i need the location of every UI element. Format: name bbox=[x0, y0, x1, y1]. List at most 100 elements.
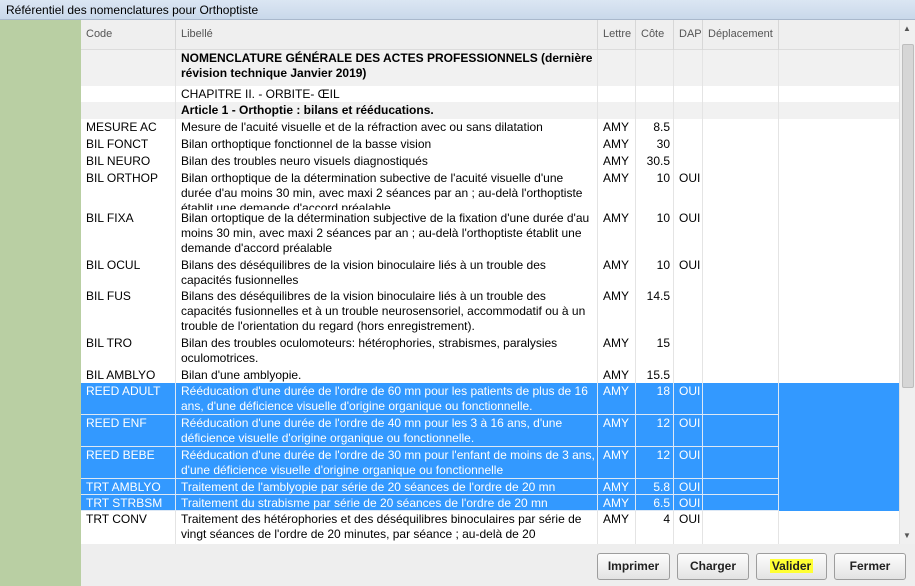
cell-lettre: AMY bbox=[598, 153, 636, 170]
table-row[interactable]: TRT STRBSM Traitement du strabisme par sé… bbox=[81, 495, 899, 511]
valider-button[interactable]: Valider bbox=[756, 553, 827, 580]
cell-libelle: Traitement de l'amblyopie par série de 2… bbox=[176, 479, 598, 495]
cell-dap bbox=[674, 136, 703, 153]
cell-dap bbox=[674, 119, 703, 136]
cell-dap bbox=[674, 335, 703, 367]
cell-deplacement bbox=[703, 153, 779, 170]
cell-cote: 12 bbox=[636, 447, 674, 479]
table-row[interactable]: REED BEBE Rééducation d'une durée de l'or… bbox=[81, 447, 899, 479]
table-row[interactable]: BIL TRO Bilan des troubles oculomoteurs: … bbox=[81, 335, 899, 367]
cell-cote bbox=[636, 50, 674, 86]
cell-cote: 15 bbox=[636, 335, 674, 367]
cell-dap: OUI bbox=[674, 511, 703, 544]
column-header-cote[interactable]: Côte bbox=[636, 20, 674, 50]
valider-label: Valider bbox=[769, 559, 814, 573]
cell-dap: OUI bbox=[674, 170, 703, 210]
cell-libelle: Mesure de l'acuité visuelle et de la réf… bbox=[176, 119, 598, 136]
table-row[interactable]: TRT AMBLYO Traitement de l'amblyopie par … bbox=[81, 479, 899, 495]
cell-cote bbox=[636, 102, 674, 119]
table-row[interactable]: Article 1 - Orthoptie : bilans et rééduc… bbox=[81, 102, 899, 119]
cell-dap: OUI bbox=[674, 415, 703, 447]
charger-button[interactable]: Charger bbox=[677, 553, 749, 580]
cell-libelle: Article 1 - Orthoptie : bilans et rééduc… bbox=[176, 102, 598, 119]
cell-lettre: AMY bbox=[598, 257, 636, 288]
table-row[interactable]: TRT CONV Traitement des hétérophories et … bbox=[81, 511, 899, 544]
cell-code bbox=[81, 50, 176, 86]
cell-deplacement bbox=[703, 210, 779, 257]
table-row[interactable]: BIL AMBLYO Bilan d'une amblyopie. AMY 15.5 bbox=[81, 367, 899, 383]
cell-code: TRT STRBSM bbox=[81, 495, 176, 511]
cell-deplacement bbox=[703, 119, 779, 136]
cell-cote: 12 bbox=[636, 415, 674, 447]
cell-deplacement bbox=[703, 170, 779, 210]
cell-dap bbox=[674, 153, 703, 170]
cell-dap: OUI bbox=[674, 447, 703, 479]
cell-libelle: Traitement des hétérophories et des désé… bbox=[176, 511, 598, 544]
cell-dap bbox=[674, 288, 703, 335]
scrollbar-thumb[interactable] bbox=[902, 44, 914, 388]
cell-lettre: AMY bbox=[598, 511, 636, 544]
cell-dap: OUI bbox=[674, 479, 703, 495]
table-row[interactable]: BIL FIXA Bilan ortoptique de la détermina… bbox=[81, 210, 899, 257]
cell-libelle: Bilan des troubles neuro visuels diagnos… bbox=[176, 153, 598, 170]
cell-lettre: AMY bbox=[598, 170, 636, 210]
table-row[interactable]: REED ADULT Rééducation d'une durée de l'o… bbox=[81, 383, 899, 415]
scroll-down-arrow-icon[interactable]: ▼ bbox=[903, 531, 911, 540]
cell-libelle: Bilan des troubles oculomoteurs: hétérop… bbox=[176, 335, 598, 367]
cell-deplacement bbox=[703, 86, 779, 102]
table-row[interactable]: BIL OCUL Bilans des déséquilibres de la v… bbox=[81, 257, 899, 288]
cell-libelle: Traitement du strabisme par série de 20 … bbox=[176, 495, 598, 511]
cell-lettre bbox=[598, 50, 636, 86]
cell-code bbox=[81, 102, 176, 119]
cell-libelle: Rééducation d'une durée de l'ordre de 30… bbox=[176, 447, 598, 479]
cell-deplacement bbox=[703, 511, 779, 544]
cell-cote: 30.5 bbox=[636, 153, 674, 170]
cell-code: BIL NEURO bbox=[81, 153, 176, 170]
cell-code: BIL FIXA bbox=[81, 210, 176, 257]
table-row[interactable]: BIL FONCT Bilan orthoptique fonctionnel d… bbox=[81, 136, 899, 153]
cell-dap bbox=[674, 86, 703, 102]
cell-dap: OUI bbox=[674, 495, 703, 511]
cell-cote: 10 bbox=[636, 257, 674, 288]
cell-dap bbox=[674, 102, 703, 119]
cell-libelle: Rééducation d'une durée de l'ordre de 40… bbox=[176, 415, 598, 447]
cell-libelle: Bilan d'une amblyopie. bbox=[176, 367, 598, 383]
table-row[interactable]: REED ENF Rééducation d'une durée de l'ord… bbox=[81, 415, 899, 447]
scroll-up-arrow-icon[interactable]: ▲ bbox=[903, 24, 911, 33]
cell-deplacement bbox=[703, 50, 779, 86]
table-row[interactable]: BIL NEURO Bilan des troubles neuro visuel… bbox=[81, 153, 899, 170]
table-row[interactable]: NOMENCLATURE GÉNÉRALE DES ACTES PROFESSI… bbox=[81, 50, 899, 86]
cell-cote: 15.5 bbox=[636, 367, 674, 383]
cell-deplacement bbox=[703, 367, 779, 383]
column-header-libelle[interactable]: Libellé bbox=[176, 20, 598, 50]
cell-deplacement bbox=[703, 288, 779, 335]
cell-cote: 8.5 bbox=[636, 119, 674, 136]
vertical-scrollbar[interactable]: ▲ ▼ bbox=[899, 20, 915, 544]
column-header-code[interactable]: Code bbox=[81, 20, 176, 50]
imprimer-button[interactable]: Imprimer bbox=[597, 553, 670, 580]
cell-libelle: Rééducation d'une durée de l'ordre de 60… bbox=[176, 383, 598, 415]
table-row[interactable]: MESURE AC Mesure de l'acuité visuelle et … bbox=[81, 119, 899, 136]
fermer-button[interactable]: Fermer bbox=[834, 553, 906, 580]
cell-lettre: AMY bbox=[598, 210, 636, 257]
cell-cote: 14.5 bbox=[636, 288, 674, 335]
cell-cote: 10 bbox=[636, 210, 674, 257]
cell-libelle: Bilans des déséquilibres de la vision bi… bbox=[176, 257, 598, 288]
table-row[interactable]: BIL ORTHOP Bilan orthoptique de la déterm… bbox=[81, 170, 899, 210]
table-row[interactable]: CHAPITRE II. - ORBITE- ŒIL bbox=[81, 86, 899, 102]
column-header-lettre[interactable]: Lettre bbox=[598, 20, 636, 50]
column-header-deplacement[interactable]: Déplacement bbox=[703, 20, 779, 50]
cell-code: REED ENF bbox=[81, 415, 176, 447]
column-header-dap[interactable]: DAP bbox=[674, 20, 703, 50]
cell-deplacement bbox=[703, 136, 779, 153]
cell-deplacement bbox=[703, 257, 779, 288]
cell-dap bbox=[674, 50, 703, 86]
cell-code bbox=[81, 86, 176, 102]
table-row[interactable]: BIL FUS Bilans des déséquilibres de la vi… bbox=[81, 288, 899, 335]
cell-lettre: AMY bbox=[598, 479, 636, 495]
cell-dap: OUI bbox=[674, 257, 703, 288]
cell-code: BIL FUS bbox=[81, 288, 176, 335]
cell-code: BIL OCUL bbox=[81, 257, 176, 288]
cell-deplacement bbox=[703, 383, 779, 415]
cell-lettre bbox=[598, 102, 636, 119]
